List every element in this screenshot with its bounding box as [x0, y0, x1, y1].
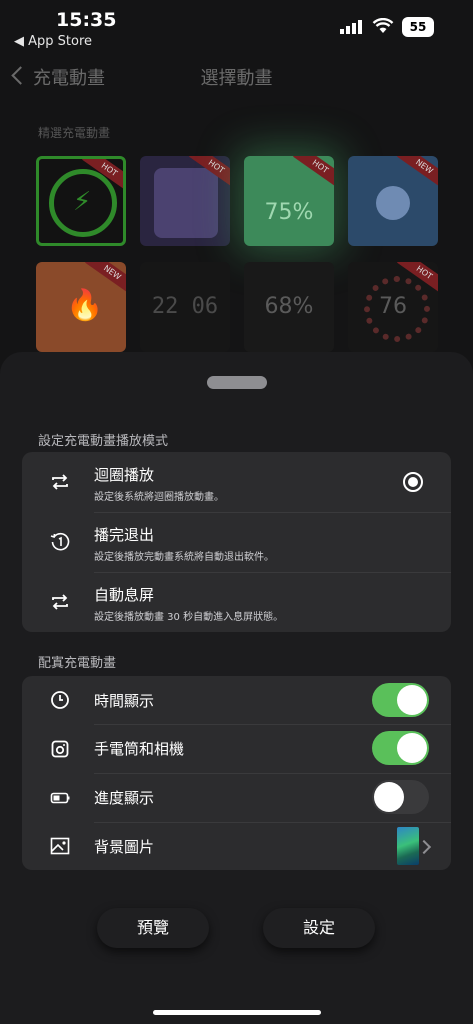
preview-button[interactable]: 預覽 — [97, 908, 209, 948]
loop-icon — [52, 474, 68, 490]
tile-text: 22 06 — [151, 294, 219, 319]
back-to-app-store[interactable]: ◀ App Store — [14, 34, 92, 49]
mode-title: 播完退出 — [94, 526, 155, 544]
option-title: 進度顯示 — [94, 789, 155, 807]
battery-level: 55 — [402, 17, 434, 37]
mode-row-play-once[interactable]: 播完退出 設定後播放完動畫系統將自動退出軟件。 — [22, 512, 451, 572]
settings-sheet: 設定充電動畫播放模式 迴圈播放 設定後系統將迴圈播放動畫。 播完退出 設定後播放… — [0, 352, 473, 1024]
home-indicator[interactable] — [153, 1010, 321, 1015]
mode-title: 自動息屏 — [94, 586, 155, 604]
page-title: 選擇動畫 — [200, 68, 273, 89]
option-row-progress: 進度顯示 — [22, 773, 451, 822]
toggle-knob — [397, 733, 427, 763]
progress-display-toggle[interactable] — [372, 780, 429, 814]
flame-icon: 🔥 — [66, 288, 104, 323]
mode-section-title: 設定充電動畫播放模式 — [38, 434, 169, 449]
loop-icon — [52, 594, 68, 610]
time-display-toggle[interactable] — [372, 683, 429, 717]
animation-tile[interactable]: 22 06 — [140, 262, 230, 352]
options-card: 時間顯示 手電筒和相機 進度顯示 背景圖片 — [22, 676, 451, 870]
toggle-knob — [397, 685, 427, 715]
mode-row-loop[interactable]: 迴圈播放 設定後系統將迴圈播放動畫。 — [22, 452, 451, 512]
mode-subtitle: 設定後系統將迴圈播放動畫。 — [94, 492, 224, 503]
phone-preview — [154, 168, 218, 238]
lightning-icon: ⚡ — [73, 187, 92, 217]
status-bar: 15:35 ◀ App Store 55 — [0, 0, 473, 56]
animation-tile[interactable]: 76 HOT — [348, 262, 438, 352]
option-row-time: 時間顯示 — [22, 676, 451, 724]
play-once-icon — [50, 532, 70, 551]
tile-text: 76 — [379, 294, 407, 319]
radio-dot — [408, 477, 418, 487]
option-row-flashlight-camera: 手電筒和相機 — [22, 724, 451, 773]
mode-row-auto-sleep[interactable]: 自動息屏 設定後播放動畫 30 秒自動進入息屏狀態。 — [22, 572, 451, 632]
tile-text: 75% — [264, 200, 314, 225]
cellular-signal-icon — [340, 20, 362, 34]
chevron-right-icon — [416, 839, 432, 855]
image-icon — [50, 837, 70, 855]
mode-subtitle: 設定後播放完動畫系統將自動退出軟件。 — [94, 552, 274, 563]
option-title: 手電筒和相機 — [94, 740, 185, 758]
background-thumbnail[interactable] — [397, 827, 419, 865]
badge: NEW — [397, 156, 438, 189]
moon-icon — [376, 186, 410, 220]
toggle-knob — [374, 782, 404, 812]
animation-tile[interactable]: HOT — [140, 156, 230, 246]
animation-tile[interactable]: 🔥 NEW — [36, 262, 126, 352]
animation-tile[interactable]: NEW — [348, 156, 438, 246]
tile-text: 68% — [264, 294, 314, 319]
option-row-background-image[interactable]: 背景圖片 — [22, 822, 451, 870]
mode-card: 迴圈播放 設定後系統將迴圈播放動畫。 播完退出 設定後播放完動畫系統將自動退出軟… — [22, 452, 451, 632]
battery-icon — [50, 792, 70, 804]
animation-tile[interactable]: 68% — [244, 262, 334, 352]
animation-tile[interactable]: 75% HOT — [244, 156, 334, 246]
camera-icon — [51, 740, 69, 758]
flashlight-camera-toggle[interactable] — [372, 731, 429, 765]
mode-title: 迴圈播放 — [94, 466, 155, 484]
featured-section-title: 精選充電動畫 — [38, 126, 111, 140]
set-button[interactable]: 設定 — [263, 908, 375, 948]
clock-icon — [51, 691, 69, 709]
status-time: 15:35 — [56, 9, 117, 31]
mode-subtitle: 設定後播放動畫 30 秒自動進入息屏狀態。 — [94, 612, 284, 623]
animation-tile[interactable]: ⚡ HOT — [36, 156, 126, 246]
sheet-drag-handle[interactable] — [207, 376, 267, 389]
wifi-icon — [372, 18, 394, 33]
radio-selected[interactable] — [403, 472, 423, 492]
nav-bar: 充電動畫 選擇動畫 — [0, 60, 473, 96]
option-title: 背景圖片 — [94, 838, 155, 856]
option-title: 時間顯示 — [94, 692, 155, 710]
badge: HOT — [293, 156, 334, 189]
options-section-title: 配寘充電動畫 — [38, 656, 117, 671]
